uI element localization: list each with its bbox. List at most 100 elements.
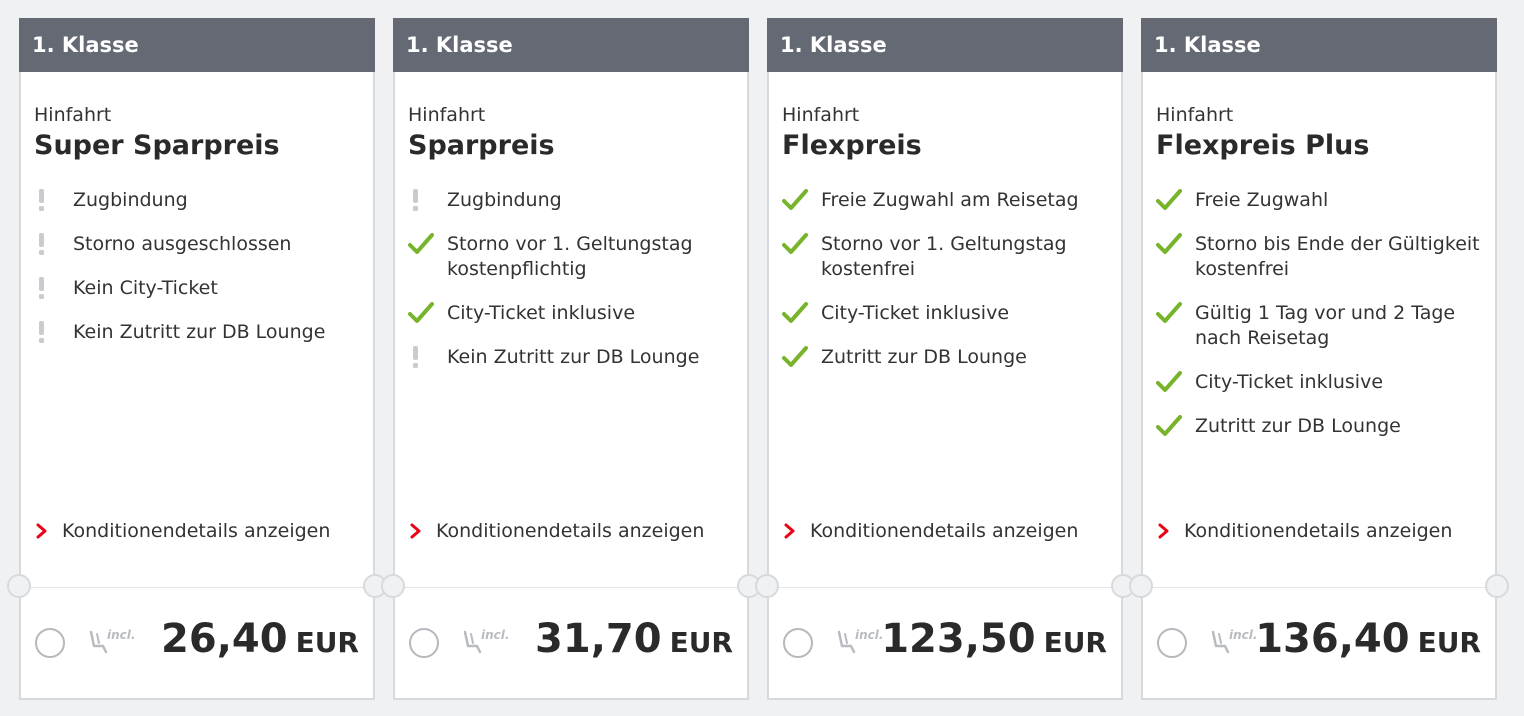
chevron-right-icon <box>1156 521 1172 541</box>
check-icon <box>1156 232 1182 257</box>
feature-list: Freie Zugwahl Storno bis Ende der Gültig… <box>1156 188 1491 458</box>
feature-text: Kein Zutritt zur DB Lounge <box>447 346 700 368</box>
feature-text: Zugbindung <box>447 189 562 211</box>
conditions-details-link[interactable]: Konditionendetails anzeigen <box>1156 520 1452 542</box>
conditions-details-link[interactable]: Konditionendetails anzeigen <box>34 520 330 542</box>
feature-item: Kein Zutritt zur DB Lounge <box>408 345 743 370</box>
seat-reservation-icon: incl. <box>87 626 135 656</box>
offer-cards: 1. Klasse Hinfahrt Super Sparpreis Zugbi… <box>0 0 1524 716</box>
price-amount: 136,40 <box>1255 616 1410 662</box>
exclamation-icon <box>34 188 60 213</box>
price-currency: EUR <box>669 626 733 659</box>
feature-item: Zugbindung <box>408 188 743 213</box>
feature-item: Zutritt zur DB Lounge <box>1156 414 1491 439</box>
price-amount: 26,40 <box>161 616 288 662</box>
exclamation-icon <box>34 320 60 345</box>
feature-text: Freie Zugwahl <box>1195 189 1329 211</box>
feature-text: Kein Zutritt zur DB Lounge <box>73 321 326 343</box>
feature-text: Gültig 1 Tag vor und 2 Tage nach Reiseta… <box>1195 302 1456 349</box>
ticket-notch-left <box>381 574 405 598</box>
tariff-name: Sparpreis <box>408 130 555 161</box>
svg-text:incl.: incl. <box>855 628 883 642</box>
feature-list: Zugbindung Storno vor 1. Geltungstag kos… <box>408 188 743 389</box>
feature-item: Gültig 1 Tag vor und 2 Tage nach Reiseta… <box>1156 301 1491 351</box>
check-icon <box>782 232 808 257</box>
check-icon <box>782 301 808 326</box>
feature-text: Kein City-Ticket <box>73 277 218 299</box>
class-header: 1. Klasse <box>19 18 375 72</box>
direction-label: Hinfahrt <box>34 104 112 126</box>
feature-text: Storno ausgeschlossen <box>73 233 292 255</box>
conditions-details-link[interactable]: Konditionendetails anzeigen <box>782 520 1078 542</box>
price-amount: 31,70 <box>535 616 662 662</box>
tariff-name: Flexpreis <box>782 130 922 161</box>
feature-text: Storno bis Ende der Gültigkeit kostenfre… <box>1195 233 1480 280</box>
check-icon <box>408 301 434 326</box>
feature-text: Zugbindung <box>73 189 188 211</box>
feature-text: Zutritt zur DB Lounge <box>1195 415 1401 437</box>
feature-item: City-Ticket inklusive <box>782 301 1117 326</box>
offer-card-flexpreis[interactable]: 1. Klasse Hinfahrt Flexpreis Freie Zugwa… <box>755 18 1135 700</box>
feature-item: Freie Zugwahl am Reisetag <box>782 188 1117 213</box>
chevron-right-icon <box>34 521 50 541</box>
feature-text: City-Ticket inklusive <box>447 302 636 324</box>
direction-label: Hinfahrt <box>782 104 860 126</box>
feature-item: Freie Zugwahl <box>1156 188 1491 213</box>
price-currency: EUR <box>1043 626 1107 659</box>
feature-item: Storno vor 1. Geltungstag kostenpflichti… <box>408 232 743 282</box>
seat-reservation-icon: incl. <box>1209 626 1257 656</box>
price: 123,50 EUR <box>881 616 1107 662</box>
chevron-right-icon <box>408 521 424 541</box>
svg-text:incl.: incl. <box>107 628 135 642</box>
offer-card-sparpreis[interactable]: 1. Klasse Hinfahrt Sparpreis Zugbindung … <box>381 18 761 700</box>
offer-card-super-sparpreis[interactable]: 1. Klasse Hinfahrt Super Sparpreis Zugbi… <box>7 18 387 700</box>
direction-label: Hinfahrt <box>1156 104 1234 126</box>
check-icon <box>782 345 808 370</box>
feature-item: Storno vor 1. Geltungstag kostenfrei <box>782 232 1117 282</box>
class-header: 1. Klasse <box>1141 18 1497 72</box>
select-offer-radio[interactable] <box>1157 628 1187 658</box>
seat-reservation-icon: incl. <box>835 626 883 656</box>
select-offer-radio[interactable] <box>783 628 813 658</box>
feature-text: City-Ticket inklusive <box>1195 371 1384 393</box>
ticket-notch-right <box>1485 574 1509 598</box>
feature-item: Kein City-Ticket <box>34 276 369 301</box>
check-icon <box>1156 188 1182 213</box>
exclamation-icon <box>34 276 60 301</box>
price-currency: EUR <box>295 626 359 659</box>
class-header: 1. Klasse <box>767 18 1123 72</box>
ticket-notch-left <box>755 574 779 598</box>
exclamation-icon <box>408 345 434 370</box>
seat-reservation-icon: incl. <box>461 626 509 656</box>
check-icon <box>782 188 808 213</box>
offer-card-flexpreis-plus[interactable]: 1. Klasse Hinfahrt Flexpreis Plus Freie … <box>1129 18 1509 700</box>
feature-item: City-Ticket inklusive <box>408 301 743 326</box>
conditions-link-label: Konditionendetails anzeigen <box>1184 520 1453 542</box>
chevron-right-icon <box>782 521 798 541</box>
exclamation-icon <box>34 232 60 257</box>
feature-text: Storno vor 1. Geltungstag kostenpflichti… <box>447 233 693 280</box>
feature-text: Zutritt zur DB Lounge <box>821 346 1027 368</box>
price: 31,70 EUR <box>535 616 733 662</box>
divider <box>21 587 373 588</box>
feature-text: Freie Zugwahl am Reisetag <box>821 189 1079 211</box>
feature-item: Storno ausgeschlossen <box>34 232 369 257</box>
check-icon <box>1156 301 1182 326</box>
conditions-link-label: Konditionendetails anzeigen <box>62 520 331 542</box>
check-icon <box>408 232 434 257</box>
conditions-link-label: Konditionendetails anzeigen <box>810 520 1079 542</box>
svg-text:incl.: incl. <box>481 628 509 642</box>
price: 26,40 EUR <box>161 616 359 662</box>
price-currency: EUR <box>1417 626 1481 659</box>
conditions-link-label: Konditionendetails anzeigen <box>436 520 705 542</box>
svg-text:incl.: incl. <box>1229 628 1257 642</box>
ticket-notch-left <box>1129 574 1153 598</box>
tariff-name: Flexpreis Plus <box>1156 130 1370 161</box>
select-offer-radio[interactable] <box>409 628 439 658</box>
ticket-notch-left <box>7 574 31 598</box>
select-offer-radio[interactable] <box>35 628 65 658</box>
tariff-name: Super Sparpreis <box>34 130 280 161</box>
feature-item: Zutritt zur DB Lounge <box>782 345 1117 370</box>
conditions-details-link[interactable]: Konditionendetails anzeigen <box>408 520 704 542</box>
class-header: 1. Klasse <box>393 18 749 72</box>
